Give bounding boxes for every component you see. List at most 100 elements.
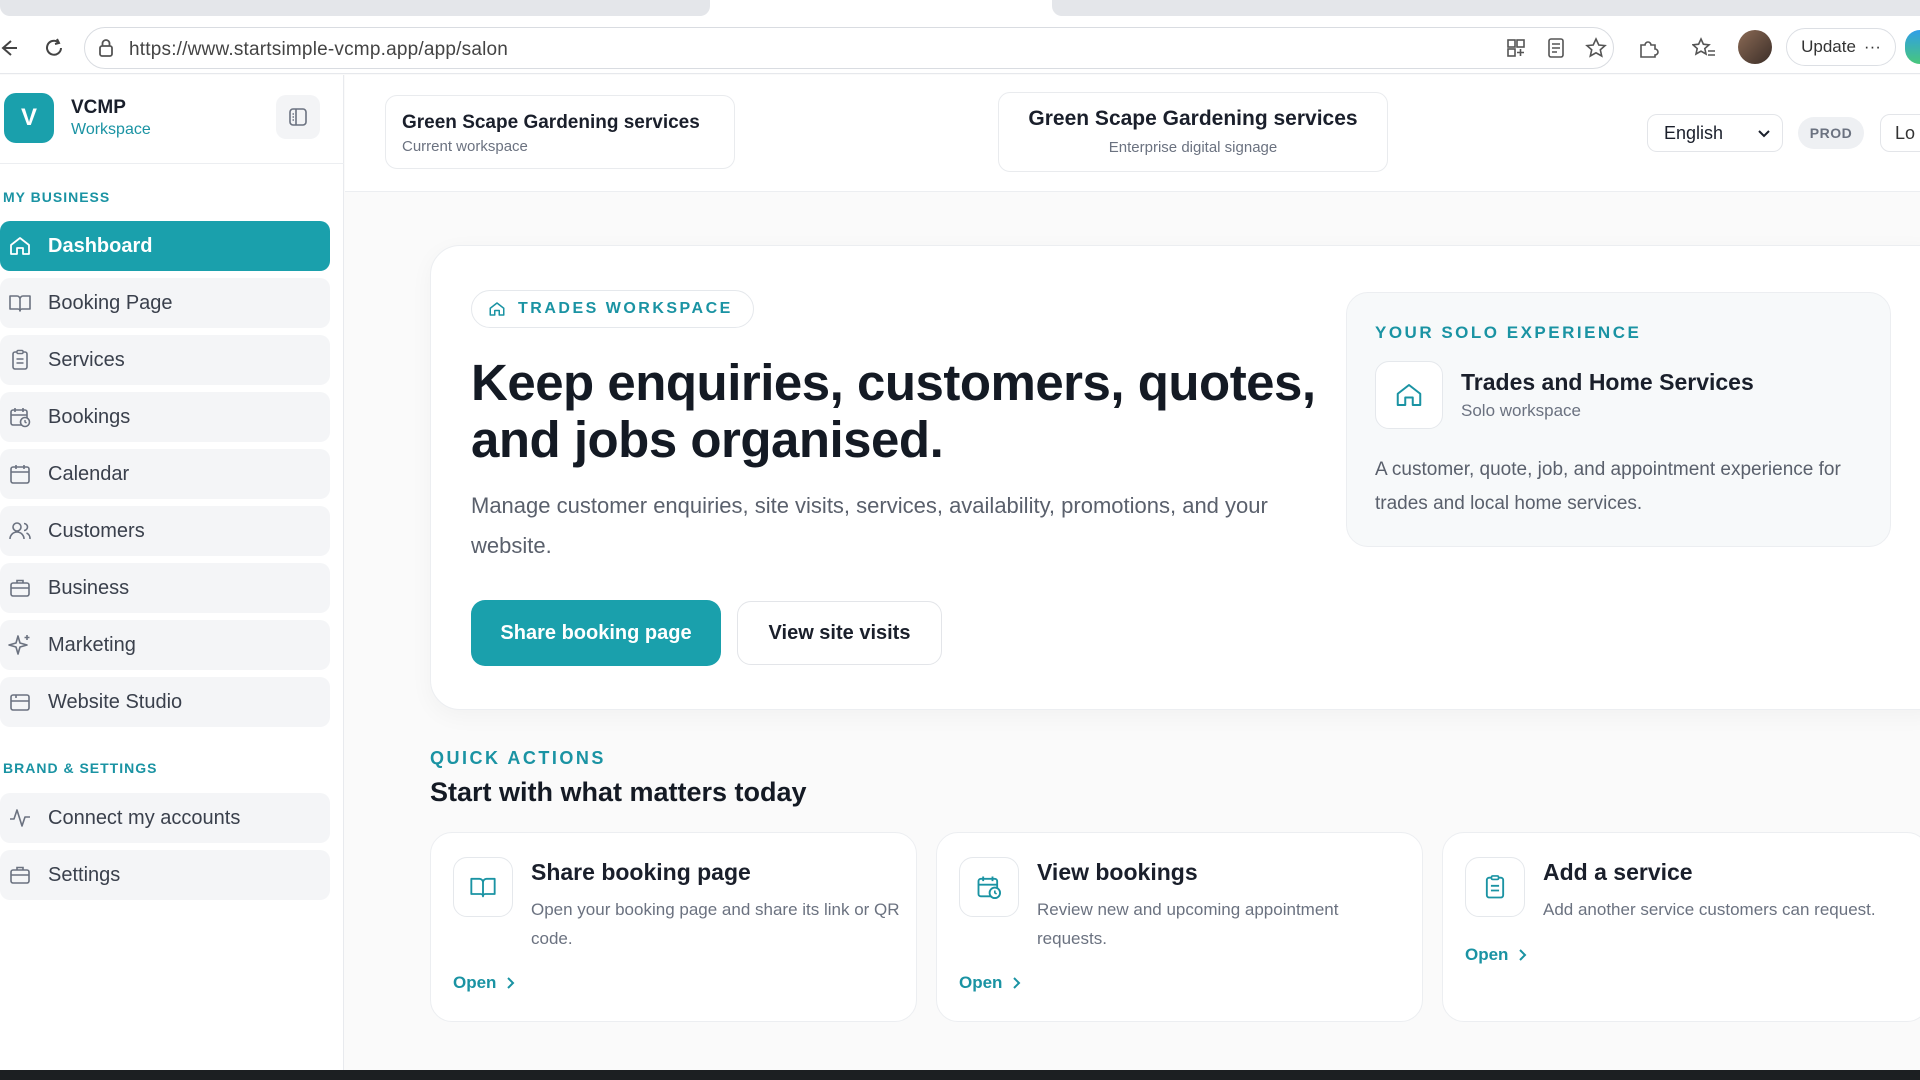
calendar-clock-icon	[959, 857, 1019, 917]
share-booking-page-button[interactable]: Share booking page	[471, 600, 721, 666]
sidebar-item-label: Bookings	[48, 405, 131, 428]
browser-tab[interactable]	[1052, 0, 1920, 16]
lock-icon[interactable]	[97, 38, 115, 63]
card-title: Share booking page	[531, 859, 751, 885]
open-link-label: Open	[1465, 945, 1509, 964]
panel-left-icon	[289, 108, 307, 126]
main-header: Green Scape Gardening services Current w…	[345, 75, 1920, 192]
calendar-icon	[10, 465, 30, 484]
hero-card: TRADES WORKSPACE Keep enquiries, custome…	[430, 245, 1920, 710]
clipboard-icon	[1465, 857, 1525, 917]
card-title: Add a service	[1543, 859, 1693, 885]
solo-title: Trades and Home Services	[1461, 369, 1754, 395]
chevron-down-icon	[1758, 130, 1770, 138]
badge-label: TRADES WORKSPACE	[518, 300, 733, 317]
browser-icon	[10, 694, 30, 711]
clipboard-icon	[12, 349, 28, 370]
sidebar-item-connect-accounts[interactable]: Connect my accounts	[0, 793, 330, 843]
briefcase-icon	[10, 579, 30, 597]
open-link[interactable]: Open	[959, 973, 1022, 993]
brand-subtitle: Workspace	[71, 121, 151, 138]
sidebar-item-label: Business	[48, 576, 130, 599]
hero-description: Manage customer enquiries, site visits, …	[471, 493, 1268, 558]
section-label-my-business: MY BUSINESS	[3, 189, 111, 205]
home-icon	[1375, 361, 1443, 429]
open-link-label: Open	[453, 973, 497, 992]
environment-badge: PROD	[1798, 117, 1864, 149]
current-workspace-card[interactable]: Green Scape Gardening services Current w…	[385, 95, 735, 169]
sidebar-item-business[interactable]: Business	[0, 563, 330, 613]
quick-actions-label: QUICK ACTIONS	[430, 748, 606, 768]
card-description: Review new and upcoming appointment requ…	[1037, 900, 1339, 948]
update-label: Update	[1801, 37, 1856, 56]
quick-action-card-share-booking[interactable]: Share booking page Open your booking pag…	[430, 832, 917, 1022]
browser-toolbar: https://www.startsimple-vcmp.app/app/sal…	[0, 22, 1920, 74]
open-link[interactable]: Open	[1465, 945, 1528, 965]
briefcase-icon	[10, 866, 30, 884]
address-bar[interactable]: https://www.startsimple-vcmp.app/app/sal…	[84, 27, 1614, 69]
reload-icon[interactable]	[40, 34, 68, 62]
card-description: Add another service customers can reques…	[1543, 900, 1876, 919]
chevron-right-icon	[1519, 949, 1527, 961]
sidebar-item-label: Services	[48, 348, 125, 371]
language-value: English	[1664, 122, 1724, 143]
solo-experience-card: YOUR SOLO EXPERIENCE Trades and Home Ser…	[1346, 292, 1891, 547]
sparkles-icon	[8, 635, 30, 655]
activity-icon	[10, 809, 30, 827]
browser-tabstrip	[0, 0, 1920, 22]
view-site-visits-button[interactable]: View site visits	[737, 601, 942, 665]
sidebar-item-booking-page[interactable]: Booking Page	[0, 278, 330, 328]
browser-tab[interactable]	[0, 0, 710, 16]
sidebar-collapse-button[interactable]	[276, 95, 320, 139]
sidebar: V VCMP Workspace MY BUSINESS Dashboard B…	[0, 75, 344, 1070]
sidebar-item-label: Calendar	[48, 462, 130, 485]
extensions-icon[interactable]	[1632, 32, 1664, 64]
back-icon[interactable]	[0, 34, 22, 62]
solo-subtitle: Solo workspace	[1461, 401, 1582, 420]
profile-avatar[interactable]	[1738, 30, 1772, 64]
sidebar-item-label: Connect my accounts	[48, 806, 241, 829]
logout-button[interactable]: Lo	[1880, 114, 1920, 152]
sidebar-item-marketing[interactable]: Marketing	[0, 620, 330, 670]
card-description: Open your booking page and share its lin…	[531, 900, 900, 948]
quick-action-card-view-bookings[interactable]: View bookings Review new and upcoming ap…	[936, 832, 1423, 1022]
copilot-icon[interactable]	[1905, 30, 1920, 64]
organization-subtitle: Enterprise digital signage	[1108, 139, 1278, 156]
brand-name: VCMP	[71, 97, 126, 118]
chevron-right-icon	[507, 977, 515, 989]
sidebar-item-calendar[interactable]: Calendar	[0, 449, 330, 499]
open-link[interactable]: Open	[453, 973, 516, 993]
taskbar-edge	[0, 1070, 1920, 1080]
sidebar-item-customers[interactable]: Customers	[0, 506, 330, 556]
favorites-icon[interactable]	[1688, 32, 1720, 64]
quick-action-card-add-service[interactable]: Add a service Add another service custom…	[1442, 832, 1920, 1022]
more-icon: ···	[1863, 37, 1881, 56]
divider	[0, 163, 344, 164]
language-select[interactable]: English	[1647, 114, 1783, 152]
section-label-brand-settings: BRAND & SETTINGS	[3, 760, 158, 776]
reader-icon[interactable]	[1540, 32, 1572, 64]
sidebar-item-website-studio[interactable]: Website Studio	[0, 677, 330, 727]
url-text[interactable]: https://www.startsimple-vcmp.app/app/sal…	[129, 39, 508, 61]
solo-label: YOUR SOLO EXPERIENCE	[1375, 323, 1642, 342]
sidebar-item-dashboard[interactable]: Dashboard	[0, 221, 330, 271]
sidebar-item-settings[interactable]: Settings	[0, 850, 330, 900]
calendar-clock-icon	[10, 408, 31, 428]
organization-card: Green Scape Gardening services Enterpris…	[998, 92, 1388, 172]
sidebar-item-bookings[interactable]: Bookings	[0, 392, 330, 442]
chevron-right-icon	[1013, 977, 1021, 989]
home-icon	[489, 302, 505, 316]
workspace-type-badge: TRADES WORKSPACE	[471, 290, 754, 328]
card-title: View bookings	[1037, 859, 1198, 885]
sidebar-item-services[interactable]: Services	[0, 335, 330, 385]
book-open-icon	[9, 295, 31, 312]
sidebar-item-label: Marketing	[48, 633, 136, 656]
solo-description: A customer, quote, job, and appointment …	[1375, 459, 1841, 514]
update-button[interactable]: Update ···	[1786, 28, 1896, 66]
users-icon	[9, 522, 31, 540]
star-icon[interactable]	[1580, 32, 1612, 64]
hero-title: Keep enquiries, customers, quotes, and j…	[471, 354, 1316, 468]
sidebar-item-label: Customers	[48, 519, 145, 542]
workspace-subtitle: Current workspace	[402, 138, 528, 155]
apps-icon[interactable]	[1500, 32, 1532, 64]
